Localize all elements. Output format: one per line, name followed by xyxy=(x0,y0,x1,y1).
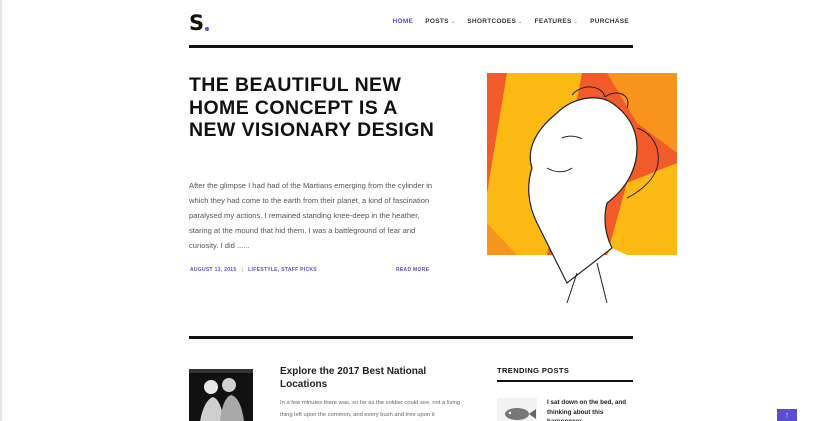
nav-posts-label: POSTS xyxy=(425,18,449,25)
post-date[interactable]: AUGUST 13, 2015 xyxy=(190,267,236,273)
chevron-down-icon: ⌄ xyxy=(518,18,523,25)
meta-separator: | xyxy=(241,267,244,273)
page-edge xyxy=(0,0,2,421)
main-nav: HOME POSTS ⌄ SHORTCODES ⌄ FEATURES ⌄ PUR… xyxy=(393,18,629,25)
trending-post-thumbnail[interactable] xyxy=(497,398,537,421)
trending-post-title[interactable]: I sat down on the bed, and thinking abou… xyxy=(547,398,637,421)
header-divider xyxy=(189,45,633,48)
read-more-link[interactable]: READ MORE xyxy=(396,267,429,273)
nav-posts[interactable]: POSTS ⌄ xyxy=(425,18,455,25)
nav-features[interactable]: FEATURES ⌄ xyxy=(535,18,578,25)
nav-home[interactable]: HOME xyxy=(393,18,414,25)
chevron-down-icon: ⌄ xyxy=(450,18,456,25)
hero-meta: AUGUST 13, 2015 | LIFESTYLE, STAFF PICKS xyxy=(190,267,430,273)
hero-excerpt: After the glimpse I had had of the Marti… xyxy=(189,181,433,250)
nav-purchase-label: PURCHASE xyxy=(590,18,629,25)
hero-illustration[interactable] xyxy=(487,73,677,303)
featured-post-thumbnail[interactable] xyxy=(189,369,253,421)
nav-shortcodes[interactable]: SHORTCODES ⌄ xyxy=(467,18,522,25)
trending-heading: TRENDING POSTS xyxy=(497,366,570,375)
featured-post-excerpt: In a few minutes there was, so far as th… xyxy=(280,400,461,418)
logo-letter: S xyxy=(189,11,204,35)
hero-title[interactable]: THE BEAUTIFUL NEW HOME CONCEPT IS A NEW … xyxy=(189,74,439,142)
section-divider xyxy=(189,336,633,339)
back-to-top-button[interactable]: ↑ xyxy=(777,409,797,421)
featured-post-title[interactable]: Explore the 2017 Best National Locations xyxy=(280,365,460,391)
nav-home-label: HOME xyxy=(392,18,414,25)
chevron-down-icon: ⌄ xyxy=(573,18,579,25)
nav-features-label: FEATURES xyxy=(534,18,572,25)
nav-shortcodes-label: SHORTCODES xyxy=(467,18,517,25)
nav-purchase[interactable]: PURCHASE xyxy=(590,18,629,25)
post-categories[interactable]: LIFESTYLE, STAFF PICKS xyxy=(248,267,317,273)
trending-divider xyxy=(497,380,633,382)
site-logo[interactable]: S xyxy=(189,12,211,34)
logo-dot xyxy=(205,27,209,31)
